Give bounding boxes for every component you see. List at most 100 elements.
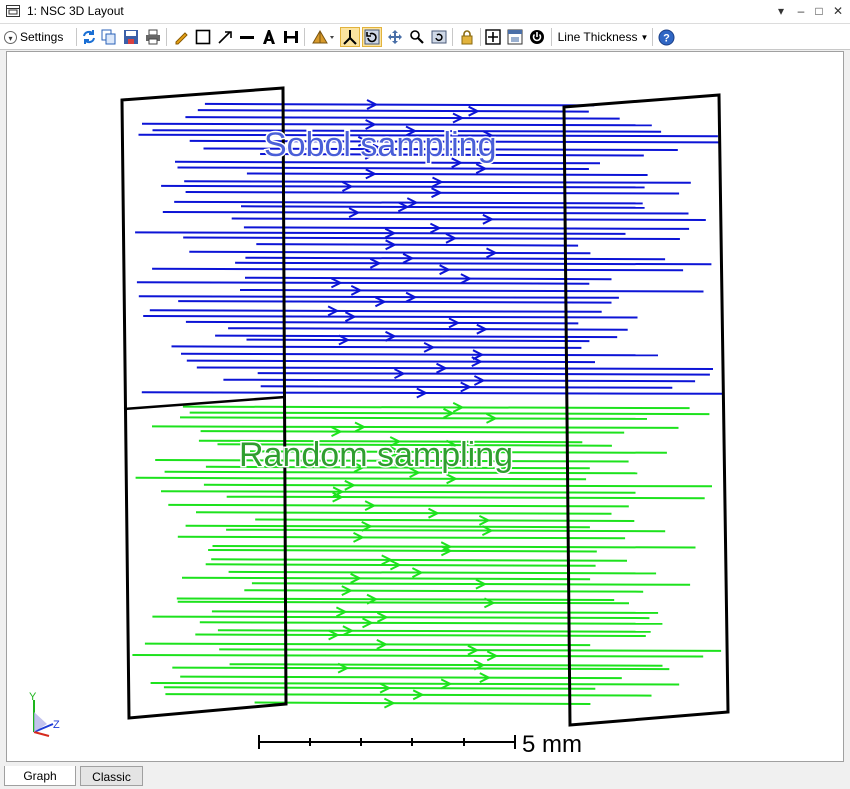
toolbar-separator	[304, 28, 305, 46]
random-ray	[180, 675, 622, 680]
random-ray	[179, 416, 648, 420]
draw-line-button[interactable]	[238, 27, 256, 47]
line-thickness-dropdown[interactable]: Line Thickness ▼	[556, 27, 650, 47]
sobol-ray	[228, 327, 628, 331]
sobol-ray	[184, 180, 691, 184]
zoom-button[interactable]	[408, 27, 426, 47]
x-axis-line	[33, 731, 50, 737]
window-icon	[507, 29, 523, 45]
refresh-icon	[83, 30, 95, 44]
pan-button[interactable]	[386, 27, 404, 47]
toolbar-separator	[166, 28, 167, 46]
close-button[interactable]: ✕	[829, 2, 847, 20]
sobol-ray	[183, 236, 680, 240]
power-button[interactable]	[528, 27, 546, 47]
random-ray	[151, 425, 679, 429]
power-icon	[530, 30, 544, 44]
sobol-ray	[239, 289, 704, 293]
chevron-down-icon: ▼	[640, 32, 649, 42]
sobol-ray	[178, 300, 612, 304]
refresh-button[interactable]	[80, 27, 98, 47]
draw-dimension-button[interactable]	[282, 27, 300, 47]
copy-icon	[101, 29, 116, 45]
sobol-ray	[256, 243, 579, 247]
sobol-ray	[174, 200, 643, 205]
y-axis-label: Y	[29, 691, 37, 703]
random-ray	[176, 597, 615, 601]
save-button[interactable]	[122, 27, 140, 47]
toolbar-separator	[551, 28, 552, 46]
settings-button[interactable]: ▾ Settings	[4, 27, 74, 47]
draw-rectangle-button[interactable]	[194, 27, 212, 47]
sobol-ray	[246, 172, 648, 176]
sobol-ray	[185, 320, 579, 325]
print-button[interactable]	[144, 27, 162, 47]
help-icon: ?	[658, 29, 674, 45]
sobol-ray	[204, 102, 595, 107]
random-ray	[165, 693, 652, 697]
minimize-button[interactable]: –	[792, 2, 810, 20]
sobol-ray	[215, 334, 618, 339]
camera-icon	[312, 30, 334, 44]
right-surface-frame	[562, 93, 730, 727]
window-title: 1: NSC 3D Layout	[27, 4, 124, 18]
rotate-button[interactable]	[362, 27, 382, 47]
sobol-ray	[231, 217, 706, 221]
maximize-button[interactable]: □	[810, 2, 828, 20]
sobol-ray	[223, 378, 696, 383]
sobol-ray	[197, 109, 589, 113]
sobol-ray	[245, 256, 666, 261]
sobol-ray	[161, 184, 645, 189]
random-ray	[211, 610, 659, 614]
fit-view-button[interactable]	[484, 27, 502, 47]
random-ray	[228, 570, 657, 575]
toolbar-separator	[480, 28, 481, 46]
lock-icon	[461, 30, 473, 45]
pencil-icon	[175, 32, 188, 45]
svg-text:?: ?	[663, 32, 670, 44]
random-ray	[144, 642, 591, 647]
settings-label: Settings	[20, 30, 64, 44]
fit-icon	[485, 29, 501, 45]
z-axis-label: Z	[53, 719, 60, 731]
layout-plot[interactable]: Sobol sampling Random sampling 5 mm Y Z	[7, 52, 844, 762]
rotate-icon	[364, 29, 380, 45]
copy-button[interactable]	[100, 27, 118, 47]
text-icon	[263, 30, 275, 44]
random-ray	[254, 701, 591, 705]
random-ray	[177, 535, 626, 540]
axes-toggle-button[interactable]	[340, 27, 360, 47]
random-ray	[226, 528, 666, 533]
scale-bar-label: 5 mm	[522, 731, 582, 758]
new-window-button[interactable]	[506, 27, 524, 47]
random-ray	[199, 621, 663, 625]
camera-view-dropdown[interactable]	[310, 27, 336, 47]
random-ray	[203, 483, 713, 488]
lock-button[interactable]	[458, 27, 476, 47]
sobol-ray	[235, 261, 712, 266]
random-ray	[160, 490, 636, 494]
random-ray	[200, 430, 625, 434]
layout-canvas[interactable]: Sobol sampling Random sampling 5 mm Y Z	[6, 51, 844, 762]
tab-classic[interactable]: Classic	[80, 766, 143, 786]
draw-arrow-button[interactable]	[216, 27, 234, 47]
random-ray	[163, 686, 596, 690]
sobol-ray	[141, 391, 723, 395]
help-button[interactable]: ?	[656, 27, 676, 47]
tab-graph[interactable]: Graph	[4, 766, 76, 786]
random-ray	[229, 663, 663, 667]
sobol-ray	[246, 338, 590, 343]
window-menu-button[interactable]: ▾	[772, 2, 790, 20]
window-titlebar: 1: NSC 3D Layout ▾ – □ ✕	[0, 0, 850, 24]
toolbar: ▾ Settings Line Thickness ▼ ?	[0, 24, 850, 50]
reset-view-button[interactable]	[430, 27, 448, 47]
random-ray	[217, 629, 651, 633]
random-ray	[185, 524, 590, 529]
print-icon	[146, 29, 160, 45]
random-ray	[219, 648, 722, 652]
rectangle-icon	[195, 29, 211, 45]
random-sampling-label: Random sampling	[239, 436, 513, 474]
random-ray	[195, 633, 646, 637]
draw-text-button[interactable]	[260, 27, 278, 47]
draw-pencil-button[interactable]	[172, 27, 190, 47]
